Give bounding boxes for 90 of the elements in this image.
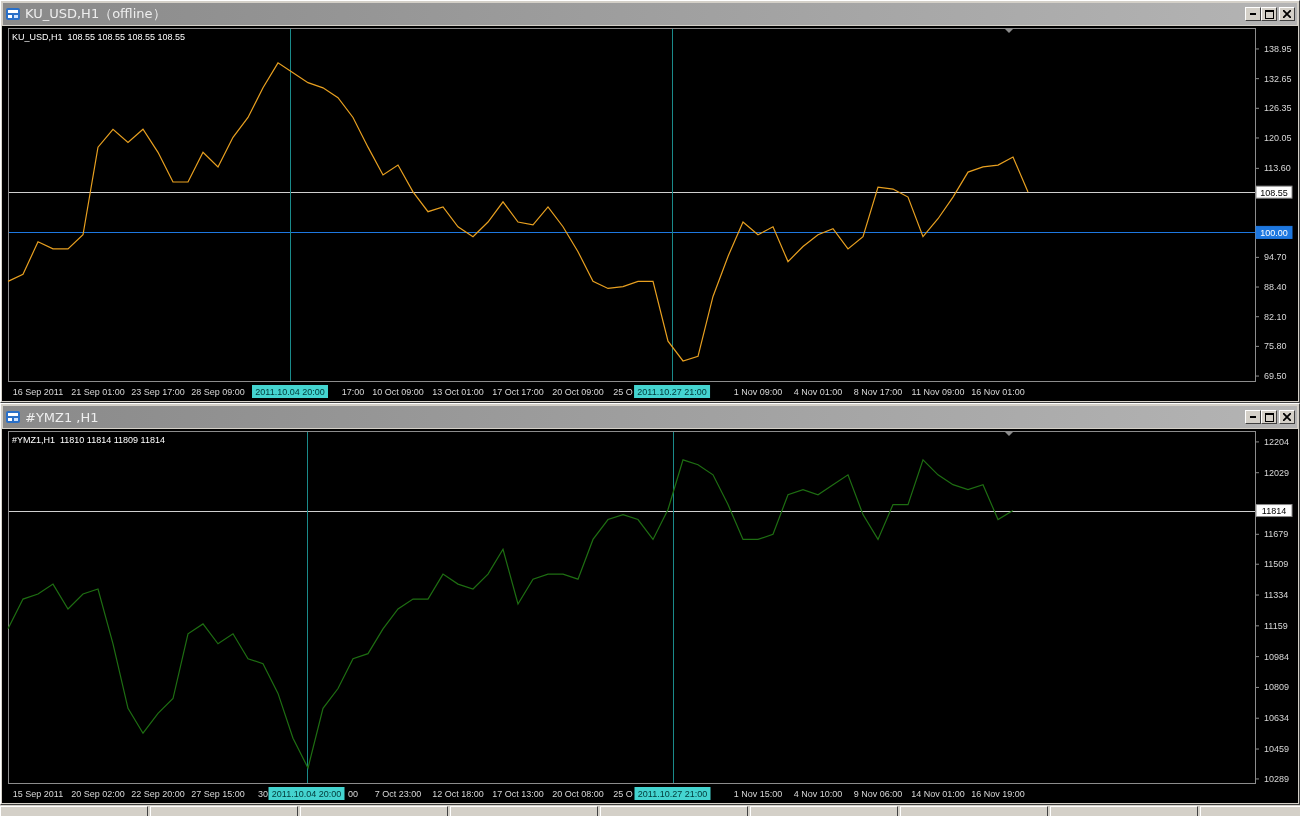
close-icon xyxy=(1283,413,1291,421)
axis-label: 17 Oct 17:00 xyxy=(492,387,544,397)
minimize-icon xyxy=(1250,13,1256,15)
axis-label: 10634 xyxy=(1264,713,1290,724)
window-tab[interactable] xyxy=(300,806,448,816)
axis-label: 12029 xyxy=(1264,467,1290,478)
axis-label: 10459 xyxy=(1264,744,1290,755)
axis-label: 27 Sep 15:00 xyxy=(191,789,245,799)
axis-label: 69.50 xyxy=(1264,371,1287,382)
close-button[interactable] xyxy=(1279,410,1295,424)
axis-label: 113.60 xyxy=(1264,163,1291,174)
axis-label: 10984 xyxy=(1264,651,1290,662)
axis-label: 10 Oct 09:00 xyxy=(372,387,424,397)
crosshair-time-label: 2011.10.04 20:00 xyxy=(252,385,328,398)
axis-label: 126.35 xyxy=(1264,103,1292,114)
axis-label: 11 Nov 09:00 xyxy=(911,387,965,397)
axis-label: 25 O xyxy=(613,387,633,397)
axis-label: 12 Oct 18:00 xyxy=(432,789,484,799)
axis-label: 88.40 xyxy=(1264,282,1287,293)
chart-window-icon xyxy=(5,410,21,424)
axis-label: 138.95 xyxy=(1264,43,1292,54)
window-tab[interactable] xyxy=(1050,806,1198,816)
window-tab[interactable] xyxy=(900,806,1048,816)
axis-label: 9 Nov 06:00 xyxy=(853,789,903,799)
maximize-icon xyxy=(1264,412,1274,422)
axis-label: 17:00 xyxy=(341,387,365,397)
shift-marker-icon[interactable] xyxy=(1005,29,1013,33)
axis-label: 28 Sep 09:00 xyxy=(191,387,245,397)
crosshair-time-label: 2011.10.27 21:00 xyxy=(634,385,711,398)
axis-label: 94.70 xyxy=(1264,252,1287,263)
axis-label: 17 Oct 13:00 xyxy=(492,789,544,799)
axis-label: 75.80 xyxy=(1264,341,1287,352)
maximize-button[interactable] xyxy=(1261,410,1277,424)
axis-label: 16 Nov 01:00 xyxy=(971,387,1025,397)
ref-line-label: 11814 xyxy=(1261,506,1287,517)
axis-label: 7 Oct 23:00 xyxy=(374,789,422,799)
axis-label: 20 Oct 09:00 xyxy=(552,387,604,397)
minimize-icon xyxy=(1250,416,1256,418)
axis-label: 00 xyxy=(348,789,358,799)
close-button[interactable] xyxy=(1279,7,1295,21)
axis-label: 1 Nov 15:00 xyxy=(733,789,783,799)
axis-label: 12204 xyxy=(1264,436,1290,447)
price-label: 100.00 xyxy=(1255,225,1293,239)
axis-label: 14 Nov 01:00 xyxy=(911,789,965,799)
price-label: 11814 xyxy=(1255,504,1293,518)
maximize-button[interactable] xyxy=(1261,7,1277,21)
crosshair-time-label: 2011.10.27 21:00 xyxy=(634,787,711,800)
chart-header: #YMZ1,H1 11810 11814 11809 11814 xyxy=(12,435,165,445)
axis-label: 30 xyxy=(258,789,268,799)
window-tab[interactable] xyxy=(0,806,148,816)
axis-label: 120.05 xyxy=(1264,132,1292,143)
price-label: 108.55 xyxy=(1255,185,1293,199)
axis-label: 8 Nov 17:00 xyxy=(853,387,903,397)
axis-label: 82.10 xyxy=(1264,311,1287,322)
window-tab[interactable] xyxy=(450,806,598,816)
axis-label: 10809 xyxy=(1264,682,1290,693)
axis-label: 23 Sep 17:00 xyxy=(131,387,185,397)
axis-label: 21 Sep 01:00 xyxy=(71,387,125,397)
axis-label: 11679 xyxy=(1264,529,1289,540)
axis-label: 11334 xyxy=(1264,590,1289,601)
window-tab[interactable] xyxy=(150,806,298,816)
axis-label: 16 Nov 19:00 xyxy=(971,789,1025,799)
axis-label: 20 Sep 02:00 xyxy=(71,789,125,799)
close-icon xyxy=(1283,10,1291,18)
window-title: #YMZ1 ,H1 xyxy=(25,409,100,425)
axis-label: 132.65 xyxy=(1264,73,1292,84)
chart-header: KU_USD,H1 108.55 108.55 108.55 108.55 xyxy=(12,32,186,42)
ref-line-label: 100.00 xyxy=(1260,227,1288,238)
axis-label: 4 Nov 10:00 xyxy=(793,789,843,799)
shift-marker-icon[interactable] xyxy=(1005,432,1013,436)
axis-label: 25 O xyxy=(613,789,633,799)
axis-label: 10289 xyxy=(1264,773,1290,784)
window-tab[interactable] xyxy=(600,806,748,816)
minimize-button[interactable] xyxy=(1245,410,1261,424)
chart-window-icon xyxy=(5,7,21,21)
window-tab[interactable] xyxy=(750,806,898,816)
axis-label: 22 Sep 20:00 xyxy=(131,789,185,799)
minimize-button[interactable] xyxy=(1245,7,1261,21)
axis-label: 20 Oct 08:00 xyxy=(552,789,604,799)
crosshair-time-label: 2011.10.04 20:00 xyxy=(268,787,345,800)
maximize-icon xyxy=(1264,9,1274,19)
window-title: KU_USD,H1（offline） xyxy=(25,5,167,23)
axis-label: 15 Sep 2011 xyxy=(12,789,64,799)
axis-label: 4 Nov 01:00 xyxy=(793,387,843,397)
axis-label: 16 Sep 2011 xyxy=(12,387,64,397)
axis-label: 13 Oct 01:00 xyxy=(432,387,484,397)
ref-line-label: 108.55 xyxy=(1260,187,1288,198)
axis-label: 11159 xyxy=(1264,620,1288,631)
axis-label: 11509 xyxy=(1264,559,1289,570)
axis-label: 1 Nov 09:00 xyxy=(733,387,783,397)
